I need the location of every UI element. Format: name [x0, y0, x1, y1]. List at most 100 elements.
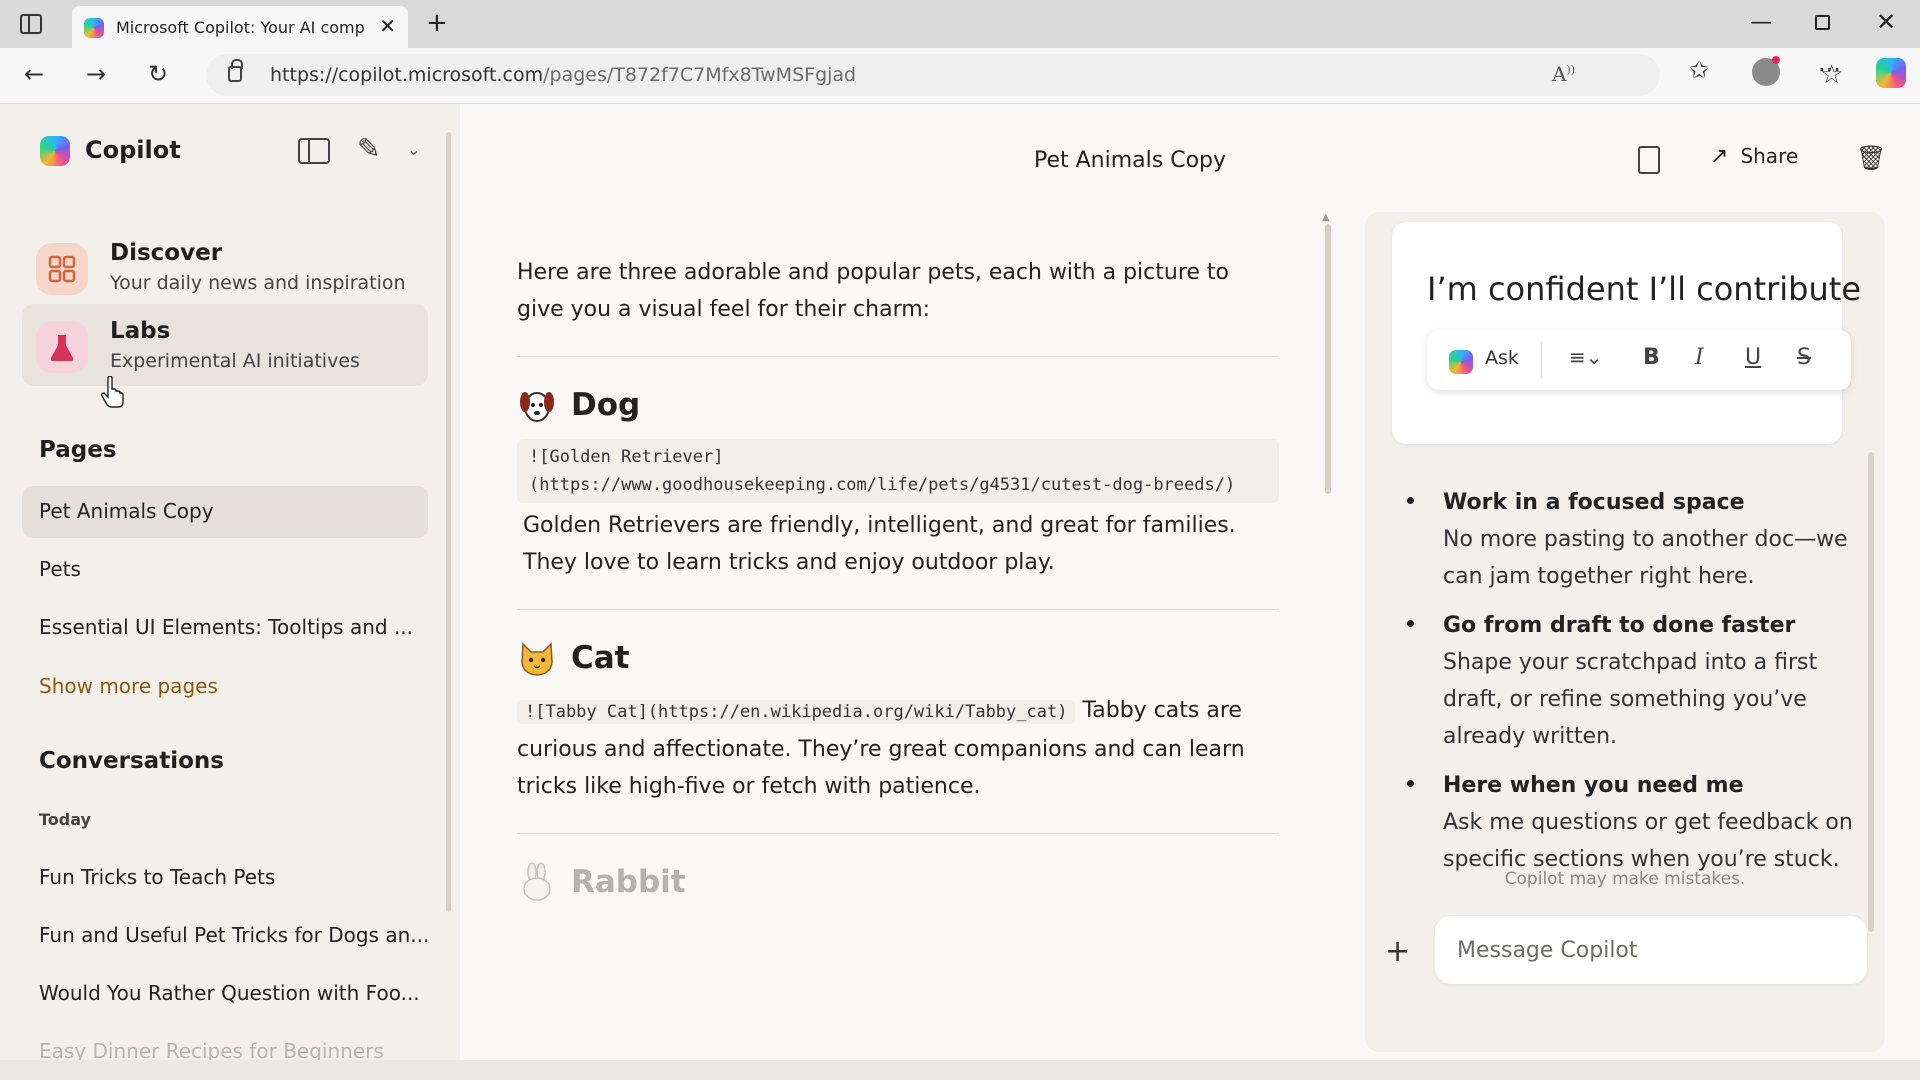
draft-text[interactable]: I’m confident I’ll contribute — [1427, 270, 1861, 308]
panel-scrollbar[interactable] — [1868, 452, 1874, 932]
disclaimer-text: Copilot may make mistakes. — [1504, 869, 1746, 889]
cat-description-lead: Tabby — [1082, 698, 1147, 723]
copilot-logo-icon — [40, 136, 70, 166]
list-item: Work in a focused space No more pasting … — [1405, 484, 1865, 595]
bullet-dot — [1407, 620, 1414, 627]
sidebar-item-labs[interactable]: Labs Experimental AI initiatives — [22, 304, 428, 386]
pages-heading: Pages — [39, 437, 117, 463]
strikethrough-icon[interactable]: S — [1797, 345, 1811, 370]
sidebar: Copilot ✎ ⌄ Discover Your daily news and… — [0, 104, 460, 1060]
tab-title: Microsoft Copilot: Your AI compa — [116, 18, 364, 37]
page-item[interactable]: Pet Animals Copy — [22, 486, 428, 538]
edge-copilot-icon[interactable] — [1876, 58, 1906, 88]
chevron-down-icon[interactable]: ⌄ — [407, 140, 420, 159]
more-icon[interactable]: ··· — [1818, 56, 1841, 84]
flask-icon — [36, 321, 88, 373]
share-button[interactable]: ↗ Share — [1710, 144, 1798, 169]
mouse-cursor-icon — [101, 376, 124, 408]
tip-body: Shape your scratchpad into a first draft… — [1443, 650, 1818, 749]
document-scrollbar[interactable] — [1325, 224, 1331, 494]
add-attachment-icon[interactable]: + — [1385, 934, 1410, 969]
page-item[interactable]: Pets — [22, 544, 428, 596]
forward-icon[interactable]: → — [86, 60, 106, 88]
lock-icon[interactable] — [228, 59, 243, 82]
browser-toolbar: ← → ↻ https://copilot.microsoft.com/page… — [0, 48, 1920, 104]
document-body[interactable]: Here are three adorable and popular pets… — [517, 254, 1279, 916]
tip-body: Ask me questions or get feedback on spec… — [1443, 810, 1853, 872]
app-name: Copilot — [85, 136, 181, 164]
rabbit-heading-text: Rabbit — [571, 864, 686, 900]
sidebar-scrollbar[interactable] — [446, 132, 451, 912]
share-label: Share — [1740, 144, 1799, 168]
labs-subtitle: Experimental AI initiatives — [110, 350, 360, 372]
scroll-up-icon[interactable]: ▲ — [1322, 212, 1330, 223]
today-label: Today — [39, 810, 91, 829]
show-more-pages-link[interactable]: Show more pages — [39, 674, 218, 698]
discover-subtitle: Your daily news and inspiration — [110, 272, 406, 294]
copilot-ask-icon — [1449, 350, 1473, 374]
url-path: /pages/T872f7C7Mfx8TwMSFgjad — [543, 64, 857, 86]
rabbit-icon — [523, 862, 551, 901]
browser-tab[interactable]: Microsoft Copilot: Your AI compa ✕ — [72, 6, 408, 48]
conversation-item[interactable]: Easy Dinner Recipes for Beginners — [22, 1026, 428, 1060]
conversation-item[interactable]: Fun and Useful Pet Tricks for Dogs an... — [22, 910, 428, 962]
ask-button[interactable]: Ask — [1485, 347, 1519, 369]
labs-title: Labs — [110, 318, 171, 344]
share-icon: ↗ — [1710, 144, 1729, 169]
tip-body: No more pasting to another doc—we can ja… — [1443, 527, 1848, 589]
conversation-item[interactable]: Fun Tricks to Teach Pets — [22, 852, 428, 904]
conversations-heading: Conversations — [39, 748, 224, 774]
url-text[interactable]: https://copilot.microsoft.com/pages/T872… — [270, 64, 856, 86]
tab-close-icon[interactable]: ✕ — [379, 16, 396, 36]
bold-icon[interactable]: B — [1643, 345, 1660, 370]
message-input[interactable] — [1435, 916, 1867, 984]
divider — [517, 356, 1279, 357]
conversation-item[interactable]: Would You Rather Question with Foo... — [22, 968, 428, 1020]
list-item: Here when you need me Ask me questions o… — [1405, 767, 1865, 878]
draft-card[interactable]: I’m confident I’ll contribute Ask ≡⌄ B I… — [1392, 222, 1861, 444]
tip-title: Here when you need me — [1443, 773, 1744, 798]
back-icon[interactable]: ← — [24, 60, 44, 88]
toggle-sidebar-icon[interactable] — [298, 138, 330, 164]
discover-title: Discover — [110, 240, 223, 266]
new-page-icon[interactable]: ✎ — [357, 132, 380, 165]
dog-heading-text: Dog — [571, 387, 641, 423]
divider — [517, 609, 1279, 610]
underline-icon[interactable]: U — [1745, 345, 1761, 370]
rabbit-heading: Rabbit — [517, 862, 1279, 902]
address-bar[interactable]: https://copilot.microsoft.com/pages/T872… — [206, 54, 1843, 96]
refresh-icon[interactable]: ↻ — [148, 60, 168, 88]
copilot-panel: I’m confident I’ll contribute Ask ≡⌄ B I… — [1365, 212, 1885, 1052]
paragraph-style-icon[interactable]: ≡⌄ — [1569, 345, 1603, 369]
list-item: Go from draft to done faster Shape your … — [1405, 607, 1865, 755]
dog-code-block: ![Golden Retriever](https://www.goodhous… — [517, 439, 1279, 503]
tip-title: Work in a focused space — [1443, 490, 1745, 515]
tips-list: Work in a focused space No more pasting … — [1405, 484, 1865, 890]
window-minimize-icon[interactable]: — — [1750, 10, 1772, 35]
read-aloud-icon[interactable]: A)) — [1552, 62, 1575, 86]
browser-tab-bar: Microsoft Copilot: Your AI compa ✕ + — ✕ — [0, 0, 1920, 48]
page-item[interactable]: Essential UI Elements: Tooltips and ... — [22, 602, 428, 654]
italic-icon[interactable]: I — [1695, 345, 1704, 370]
divider — [517, 833, 1279, 834]
cat-heading-text: Cat — [571, 640, 630, 676]
intro-paragraph: Here are three adorable and popular pets… — [517, 260, 1230, 322]
cat-face-icon — [521, 642, 553, 676]
tip-title: Go from draft to done faster — [1443, 613, 1796, 638]
dog-description: Golden Retrievers are friendly, intellig… — [523, 513, 1236, 575]
page-options-icon[interactable] — [1638, 146, 1660, 174]
bullet-dot — [1407, 780, 1414, 787]
toolbar-divider — [1541, 342, 1542, 378]
notification-dot — [1772, 56, 1780, 64]
cat-description: ![Tabby Cat](https://en.wikipedia.org/wi… — [517, 692, 1279, 805]
cat-heading: Cat — [517, 638, 1279, 678]
dog-heading: Dog — [517, 385, 1279, 425]
favorites-icon[interactable]: ✩ — [1689, 56, 1709, 84]
tab-actions-icon[interactable] — [20, 14, 42, 34]
window-restore-icon[interactable] — [1815, 15, 1830, 30]
window-close-icon[interactable]: ✕ — [1876, 8, 1896, 36]
delete-icon[interactable]: 🗑 — [1856, 144, 1886, 172]
sidebar-item-discover[interactable]: Discover Your daily news and inspiration — [22, 226, 428, 308]
page-title: Pet Animals Copy — [1033, 148, 1227, 173]
new-tab-icon[interactable]: + — [426, 8, 448, 38]
